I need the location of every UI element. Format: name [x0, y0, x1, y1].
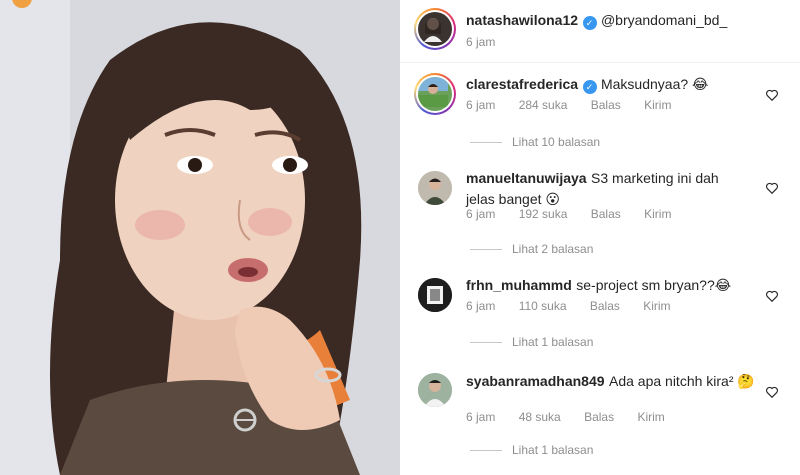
header-mention[interactable]: @bryandomani_bd_ — [601, 12, 727, 28]
comment-avatar[interactable] — [414, 73, 456, 115]
comment-time: 6 jam — [466, 410, 496, 424]
comment-meta: 6 jam 110 suka Balas Kirim — [466, 299, 691, 313]
comment-likes[interactable]: 48 suka — [519, 410, 561, 424]
comment-username[interactable]: syabanramadhan849 — [466, 373, 605, 389]
comment-time: 6 jam — [466, 98, 496, 112]
comment-body: clarestafrederica ✓ Maksudnyaa? 😂 — [466, 74, 766, 95]
comment-likes[interactable]: 192 suka — [519, 207, 568, 221]
view-replies-button[interactable]: Lihat 1 balasan — [470, 335, 593, 349]
comment-username[interactable]: frhn_muhammd — [466, 277, 572, 293]
comments-panel: natashawilona12 ✓ @bryandomani_bd_ 6 jam… — [400, 0, 800, 475]
post-header: natashawilona12 ✓ @bryandomani_bd_ 6 jam — [400, 0, 800, 63]
view-replies-label: Lihat 1 balasan — [512, 443, 594, 457]
replies-divider — [470, 142, 502, 144]
comment-text: Ada apa nitchh kira² 🤔 — [608, 373, 755, 389]
send-button[interactable]: Kirim — [644, 98, 671, 112]
replies-divider — [470, 342, 502, 344]
comment-meta: 6 jam 192 suka Balas Kirim — [466, 207, 691, 221]
header-avatar[interactable] — [414, 8, 456, 50]
comment-username[interactable]: clarestafrederica — [466, 76, 578, 92]
header-time-text: 6 jam — [466, 35, 496, 49]
comment-username[interactable]: manueltanuwijaya — [466, 170, 587, 186]
view-replies-label: Lihat 1 balasan — [512, 335, 594, 349]
comment-text: se-project sm bryan??😂 — [576, 277, 732, 293]
heart-outline-icon[interactable] — [765, 289, 779, 303]
verified-badge-icon: ✓ — [582, 80, 597, 94]
send-button[interactable]: Kirim — [643, 299, 670, 313]
comment-body: manueltanuwijaya S3 marketing ini dah je… — [466, 168, 746, 210]
reply-button[interactable]: Balas — [591, 98, 621, 112]
header-caption: natashawilona12 ✓ @bryandomani_bd_ — [466, 10, 727, 31]
reply-button[interactable]: Balas — [590, 299, 620, 313]
replies-divider — [470, 450, 502, 452]
send-button[interactable]: Kirim — [637, 410, 664, 424]
reply-button[interactable]: Balas — [591, 207, 621, 221]
comment-time: 6 jam — [466, 299, 496, 313]
heart-outline-icon[interactable] — [765, 88, 779, 102]
comment-likes[interactable]: 110 suka — [519, 299, 567, 313]
view-replies-button[interactable]: Lihat 1 balasan — [470, 443, 593, 457]
reply-button[interactable]: Balas — [584, 410, 614, 424]
comment-meta: 6 jam 284 suka Balas Kirim — [466, 98, 691, 112]
heart-outline-icon[interactable] — [765, 181, 779, 195]
comment-avatar[interactable] — [418, 278, 452, 312]
view-replies-label: Lihat 2 balasan — [512, 242, 594, 256]
post-photo — [0, 0, 400, 475]
heart-outline-icon[interactable] — [765, 385, 779, 399]
send-button[interactable]: Kirim — [644, 207, 671, 221]
post-photo-illustration — [0, 0, 400, 475]
comment-body: frhn_muhammd se-project sm bryan??😂 — [466, 275, 766, 296]
replies-divider — [470, 249, 502, 251]
verified-badge-icon: ✓ — [582, 16, 597, 30]
comment-avatar[interactable] — [418, 373, 452, 407]
view-replies-button[interactable]: Lihat 10 balasan — [470, 135, 600, 149]
view-replies-label: Lihat 10 balasan — [512, 135, 601, 149]
comment-meta: 6 jam 48 suka Balas Kirim — [466, 410, 685, 424]
comment-time: 6 jam — [466, 207, 496, 221]
comment-likes[interactable]: 284 suka — [519, 98, 568, 112]
comment-avatar[interactable] — [418, 171, 452, 205]
header-username[interactable]: natashawilona12 — [466, 12, 578, 28]
comment-text: Maksudnyaa? 😂 — [600, 76, 709, 92]
header-time: 6 jam — [466, 35, 515, 49]
view-replies-button[interactable]: Lihat 2 balasan — [470, 242, 593, 256]
comment-body: syabanramadhan849 Ada apa nitchh kira² 🤔 — [466, 371, 756, 392]
